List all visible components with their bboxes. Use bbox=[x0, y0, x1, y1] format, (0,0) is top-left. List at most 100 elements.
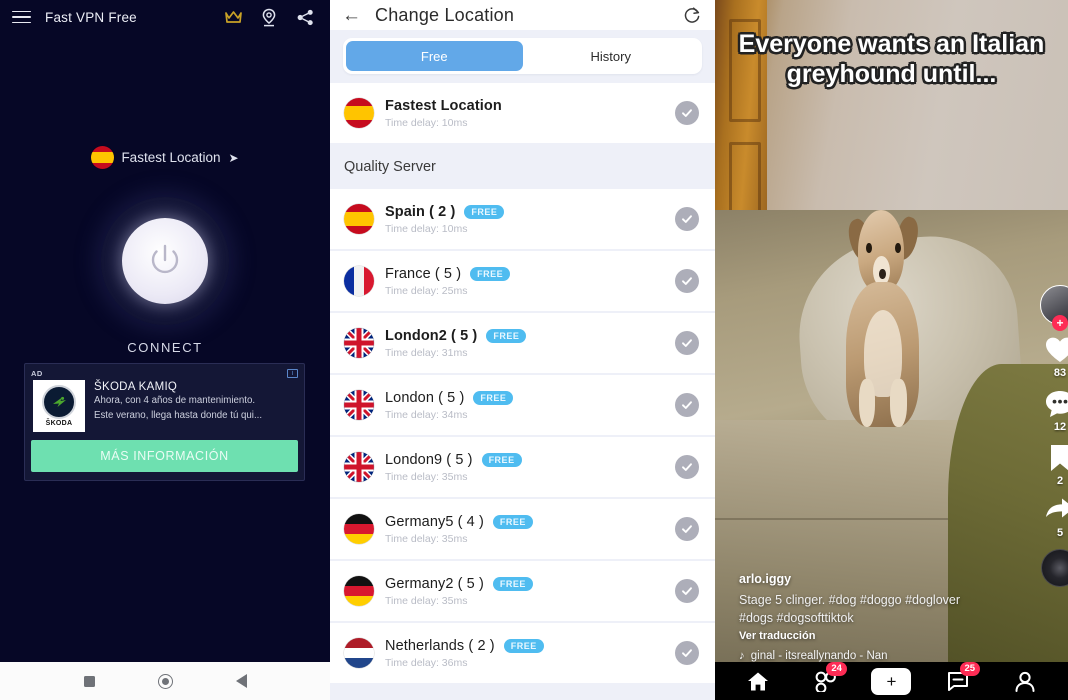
flag-de-icon bbox=[344, 514, 374, 544]
username-label[interactable]: arlo.iggy bbox=[739, 572, 989, 586]
back-arrow-icon[interactable]: ← bbox=[342, 6, 361, 25]
change-location-panel: ← Change Location Free History Fastest L… bbox=[330, 0, 715, 700]
free-badge: FREE bbox=[464, 204, 505, 219]
ad-choices-icon[interactable]: i bbox=[287, 369, 298, 378]
advertisement-banner[interactable]: AD i ŠKODA ŠKODA KAMIQ Ahora, con 4 años… bbox=[24, 363, 305, 481]
server-row-london2[interactable]: London2 ( 5 ) FREE Time delay: 31ms bbox=[330, 313, 715, 373]
server-name: London ( 5 ) bbox=[385, 389, 465, 406]
nav-create[interactable]: + bbox=[867, 666, 916, 696]
inbox-badge: 25 bbox=[959, 662, 981, 676]
server-row-germany5[interactable]: Germany5 ( 4 ) FREE Time delay: 35ms bbox=[330, 499, 715, 559]
music-disc-icon[interactable] bbox=[1041, 549, 1068, 587]
tab-free[interactable]: Free bbox=[346, 41, 523, 71]
power-button-inner bbox=[122, 218, 208, 304]
power-icon bbox=[151, 244, 179, 274]
triangle-back-icon[interactable] bbox=[235, 674, 247, 688]
share-icon[interactable] bbox=[294, 6, 316, 28]
skoda-wordmark: ŠKODA bbox=[45, 420, 73, 427]
plus-follow-icon[interactable]: + bbox=[1052, 315, 1068, 331]
check-circle-icon[interactable] bbox=[675, 101, 699, 125]
server-name: Germany2 ( 5 ) bbox=[385, 575, 484, 592]
server-name: London2 ( 5 ) bbox=[385, 327, 478, 344]
refresh-icon[interactable] bbox=[683, 6, 701, 24]
flag-fr-icon bbox=[344, 266, 374, 296]
fastest-location-row[interactable]: Fastest Location Time delay: 10ms bbox=[330, 83, 715, 143]
server-delay: Time delay: 34ms bbox=[385, 408, 468, 421]
check-circle-icon[interactable] bbox=[675, 207, 699, 231]
flag-de-icon bbox=[344, 576, 374, 606]
server-name: Fastest Location bbox=[385, 97, 502, 114]
bookmark-count: 2 bbox=[1056, 475, 1064, 487]
ad-text-block: ŠKODA KAMIQ Ahora, con 4 años de manteni… bbox=[94, 380, 262, 432]
hamburger-menu-icon[interactable] bbox=[12, 10, 31, 24]
ad-description-line1: Ahora, con 4 años de mantenimiento. bbox=[94, 395, 256, 406]
location-pin-icon[interactable] bbox=[258, 6, 280, 28]
free-badge: FREE bbox=[470, 266, 511, 281]
share-button[interactable]: 5 bbox=[1044, 497, 1068, 539]
bookmark-button[interactable]: 2 bbox=[1047, 443, 1068, 487]
server-row-spain[interactable]: Spain ( 2 ) FREE Time delay: 10ms bbox=[330, 189, 715, 249]
tiktok-panel: Everyone wants an Italian greyhound unti… bbox=[715, 0, 1068, 700]
flag-nl-icon bbox=[344, 638, 374, 668]
server-row-germany2[interactable]: Germany2 ( 5 ) FREE Time delay: 35ms bbox=[330, 561, 715, 621]
server-delay: Time delay: 25ms bbox=[385, 284, 468, 297]
tab-history[interactable]: History bbox=[523, 41, 700, 71]
server-name: Netherlands ( 2 ) bbox=[385, 637, 495, 654]
flag-gb-icon bbox=[344, 390, 374, 420]
free-badge: FREE bbox=[473, 390, 514, 405]
check-circle-icon[interactable] bbox=[675, 331, 699, 355]
ad-cta-button[interactable]: MÁS INFORMACIÓN bbox=[31, 440, 298, 472]
check-circle-icon[interactable] bbox=[675, 517, 699, 541]
comment-button[interactable]: 12 bbox=[1044, 389, 1068, 433]
connect-power-button[interactable] bbox=[101, 197, 229, 325]
home-icon bbox=[748, 672, 769, 690]
like-button[interactable]: 83 bbox=[1044, 335, 1068, 379]
ad-top-row: AD i bbox=[31, 369, 298, 378]
fastest-location-selector[interactable]: Fastest Location ➤ bbox=[0, 146, 330, 169]
server-name: London9 ( 5 ) bbox=[385, 451, 473, 468]
music-note-icon: ♪ bbox=[739, 650, 745, 662]
check-circle-icon[interactable] bbox=[675, 579, 699, 603]
check-circle-icon[interactable] bbox=[675, 455, 699, 479]
profile-avatar[interactable]: + bbox=[1040, 285, 1068, 331]
create-icon[interactable]: + bbox=[867, 667, 916, 695]
server-row-london9[interactable]: London9 ( 5 ) FREE Time delay: 35ms bbox=[330, 437, 715, 497]
heart-icon bbox=[1046, 337, 1068, 362]
server-delay: Time delay: 10ms bbox=[385, 116, 468, 129]
music-label: ginal - itsreallynando - Nan bbox=[750, 650, 888, 662]
server-delay: Time delay: 35ms bbox=[385, 594, 468, 607]
app-title: Fast VPN Free bbox=[45, 9, 137, 25]
nav-inbox[interactable]: 25 bbox=[935, 662, 981, 696]
server-row-france[interactable]: France ( 5 ) FREE Time delay: 25ms bbox=[330, 251, 715, 311]
flag-es-icon bbox=[344, 204, 374, 234]
like-count: 83 bbox=[1053, 367, 1067, 379]
share-arrow-icon bbox=[1046, 498, 1068, 518]
tab-group: Free History bbox=[343, 38, 702, 74]
free-badge: FREE bbox=[503, 638, 544, 653]
nav-friends[interactable]: 24 bbox=[802, 662, 848, 696]
server-row-netherlands[interactable]: Netherlands ( 2 ) FREE Time delay: 36ms bbox=[330, 623, 715, 683]
comment-icon bbox=[1046, 391, 1068, 417]
nav-profile[interactable] bbox=[1002, 666, 1048, 696]
crown-icon[interactable] bbox=[222, 6, 244, 28]
skoda-emblem-icon bbox=[42, 385, 76, 419]
check-circle-icon[interactable] bbox=[675, 393, 699, 417]
server-delay: Time delay: 35ms bbox=[385, 532, 468, 545]
page-title: Change Location bbox=[375, 4, 515, 25]
flag-gb-icon bbox=[344, 328, 374, 358]
nav-home[interactable] bbox=[735, 666, 781, 696]
free-badge: FREE bbox=[492, 576, 533, 591]
server-row-london[interactable]: London ( 5 ) FREE Time delay: 34ms bbox=[330, 375, 715, 435]
server-name: Spain ( 2 ) bbox=[385, 203, 456, 220]
see-translation-link[interactable]: Ver traducción bbox=[739, 630, 989, 642]
music-row[interactable]: ♪ ginal - itsreallynando - Nan bbox=[739, 650, 989, 662]
tiktok-bottom-nav: 24 + 25 bbox=[715, 662, 1068, 700]
circle-home-icon[interactable] bbox=[157, 673, 173, 689]
check-circle-icon[interactable] bbox=[675, 269, 699, 293]
flag-es-icon bbox=[344, 98, 374, 128]
square-recents-icon[interactable] bbox=[83, 675, 95, 687]
check-circle-icon[interactable] bbox=[675, 641, 699, 665]
server-list[interactable]: Fastest Location Time delay: 10ms Qualit… bbox=[330, 83, 715, 700]
description-line-1: Stage 5 clinger. #dog #doggo #doglover bbox=[739, 592, 961, 607]
sofa-seam bbox=[715, 518, 970, 520]
